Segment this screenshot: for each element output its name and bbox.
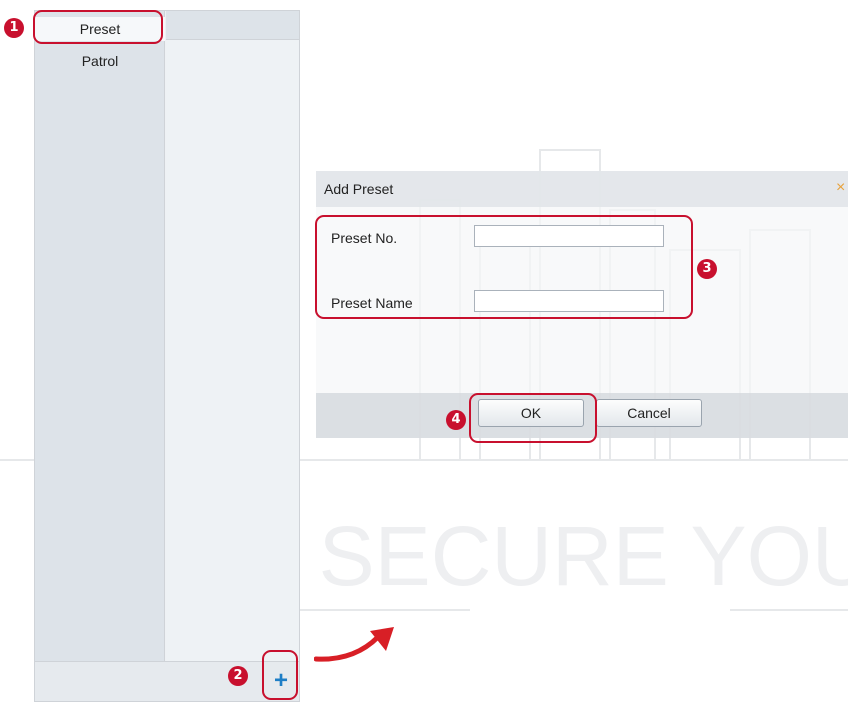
preset-no-label: Preset No. — [331, 230, 398, 246]
step-badge-3: 3 — [697, 259, 717, 279]
tab-patrol[interactable]: Patrol — [35, 49, 165, 73]
panel-toolbar: + — [35, 661, 299, 701]
add-preset-dialog: Add Preset × Preset No. Preset Name OK C… — [316, 171, 848, 438]
tab-column: Preset Patrol — [35, 11, 165, 661]
preset-list-header — [166, 11, 299, 40]
step-badge-2: 2 — [228, 666, 248, 686]
preset-name-input[interactable] — [474, 290, 664, 312]
tab-preset[interactable]: Preset — [35, 17, 165, 41]
preset-name-label: Preset Name — [331, 295, 413, 311]
dialog-title: Add Preset — [324, 181, 394, 197]
close-icon[interactable]: × — [836, 179, 848, 197]
dialog-titlebar: Add Preset × — [316, 171, 848, 207]
cancel-button[interactable]: Cancel — [596, 399, 702, 427]
add-preset-button[interactable]: + — [269, 669, 293, 694]
curved-arrow-icon — [314, 627, 394, 662]
ok-button[interactable]: OK — [478, 399, 584, 427]
step-badge-1: 1 — [4, 18, 24, 38]
dialog-footer: OK Cancel — [316, 393, 848, 438]
preset-patrol-panel: Preset Patrol + — [34, 10, 300, 702]
step-badge-4: 4 — [446, 410, 466, 430]
preset-list — [166, 11, 299, 661]
preset-no-input[interactable] — [474, 225, 664, 247]
